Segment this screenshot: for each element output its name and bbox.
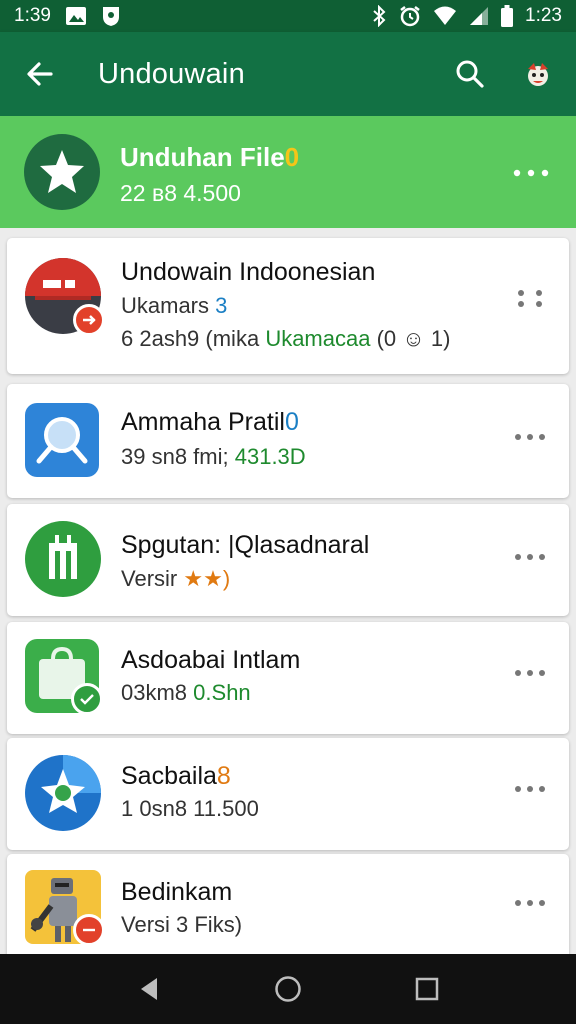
list-item[interactable]: Spgutan: |Qlasadnaral Versir ★★) (7, 504, 569, 616)
arrow-left-icon (27, 62, 53, 86)
rating-stars-text: ★★) (183, 566, 231, 591)
square-recents-icon (415, 977, 438, 1001)
list-item[interactable]: Asdoabai Intlam 03km8 0.Shn (7, 622, 569, 734)
search-button[interactable] (452, 56, 488, 92)
banner-more-button[interactable] (508, 158, 554, 188)
more-horizontal-icon (515, 670, 545, 676)
item-detail: 6 2ash9 (mika Ukamacaa (0 ☺ 1) (121, 326, 451, 351)
item-subtitle: Versi 3 Fiks) (121, 912, 243, 937)
back-button[interactable] (22, 56, 58, 92)
item-subtitle: Versir ★★) (121, 566, 231, 591)
status-time-left: 1:39 (14, 5, 51, 26)
list-item[interactable]: Sacbaila8 1 0sn8 11.500 (7, 738, 569, 850)
list-item[interactable]: Ammaha Pratil0 39 sn8 fmi; 431.3D (7, 384, 569, 498)
item-subtitle: 1 0sn8 11.500 (121, 796, 259, 821)
bluetooth-icon (371, 5, 387, 27)
item-title: Asdoabai Intlam (121, 646, 301, 674)
wifi-icon (433, 6, 457, 26)
green-badge-icon (71, 683, 103, 715)
more-horizontal-icon (515, 900, 545, 906)
more-horizontal-icon (515, 554, 545, 560)
circle-home-icon (275, 976, 301, 1002)
profile-button[interactable] (520, 56, 556, 92)
more-horizontal-icon (515, 434, 545, 440)
more-horizontal-icon (513, 169, 549, 177)
mascot-avatar-icon (528, 63, 548, 86)
alarm-icon (399, 5, 421, 27)
robot-game-icon (25, 870, 105, 946)
shield-notification-icon (101, 5, 121, 27)
status-time-right: 1:23 (525, 5, 562, 26)
more-grid-icon (518, 290, 542, 307)
red-badge-icon (73, 304, 105, 336)
item-more-button[interactable] (507, 888, 553, 918)
triangle-back-icon (141, 978, 158, 1000)
star-icon (24, 134, 100, 210)
download-banner[interactable]: Unduhan File0 22 в8 4.500 (0, 116, 576, 228)
battery-icon (501, 5, 514, 27)
green-tool-icon (25, 521, 101, 597)
more-horizontal-icon (515, 786, 545, 792)
item-more-button[interactable] (507, 542, 553, 572)
item-title: Spgutan: |Qlasadnaral (121, 531, 370, 559)
list-item[interactable]: Undowain Indoonesian Ukamars 3 6 2ash9 (… (7, 238, 569, 374)
item-more-button[interactable] (507, 422, 553, 452)
image-notification-icon (65, 6, 87, 26)
blue-magnifier-icon (25, 403, 99, 477)
item-title: Ammaha Pratil0 (121, 408, 299, 436)
list-item[interactable]: Bedinkam Versi 3 Fiks) (7, 854, 569, 966)
item-more-button[interactable] (507, 283, 553, 313)
search-icon (456, 60, 484, 88)
green-bag-icon (25, 639, 103, 715)
nav-back-button[interactable] (125, 965, 173, 1013)
item-more-button[interactable] (507, 658, 553, 688)
signal-icon (469, 6, 489, 26)
item-title: Sacbaila8 (121, 762, 231, 790)
red-bus-icon (25, 258, 105, 336)
item-subtitle: 39 sn8 fmi; 431.3D (121, 444, 306, 469)
nav-home-button[interactable] (264, 965, 312, 1013)
page-title: Undouwain (98, 58, 245, 90)
status-bar: 1:39 1:23 (0, 0, 576, 32)
banner-title: Unduhan File0 (120, 142, 300, 172)
item-title: Undowain Indoonesian (121, 258, 376, 286)
blue-star-icon (25, 755, 101, 831)
banner-subtitle: 22 в8 4.500 (120, 180, 241, 206)
system-navigation-bar (0, 954, 576, 1024)
item-more-button[interactable] (507, 774, 553, 804)
app-bar: Undouwain (0, 32, 576, 116)
nav-recents-button[interactable] (403, 965, 451, 1013)
banner-title-accent: 0 (284, 142, 300, 172)
item-subtitle: 03km8 0.Shn (121, 680, 251, 705)
item-subtitle: Ukamars 3 (121, 293, 228, 318)
item-title: Bedinkam (121, 878, 233, 906)
red-badge-icon (73, 914, 105, 946)
